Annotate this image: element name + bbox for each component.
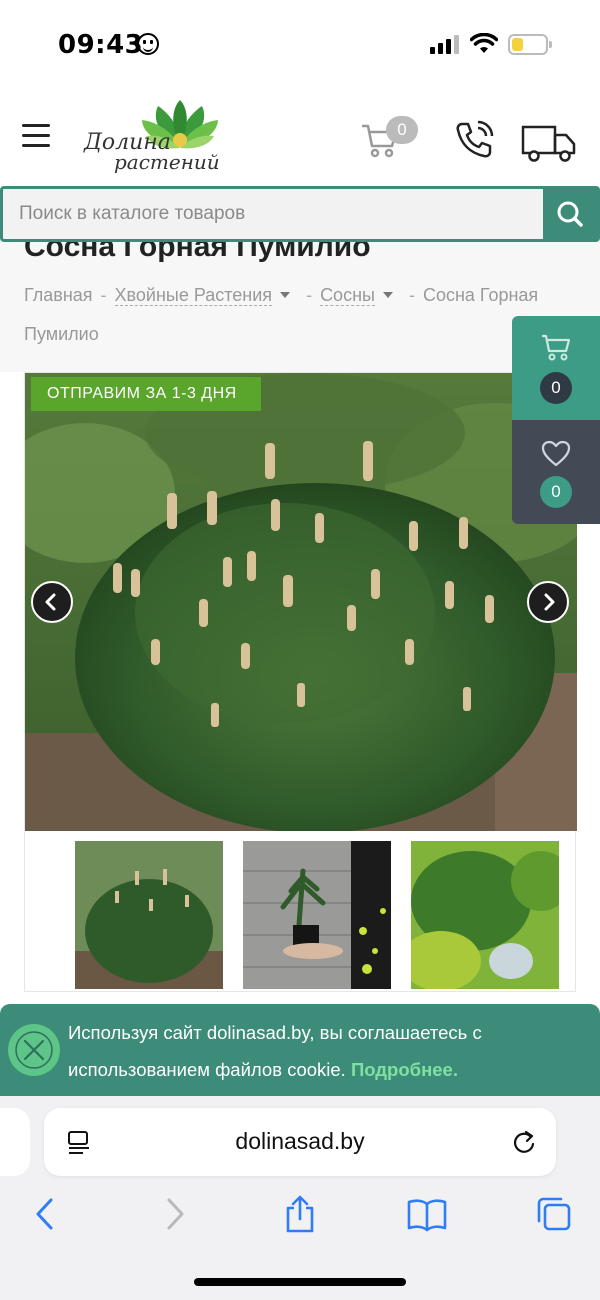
gallery-next-button[interactable] xyxy=(527,581,569,623)
phone-icon[interactable] xyxy=(452,118,496,162)
search-input[interactable] xyxy=(3,189,546,239)
shipping-badge: ОТПРАВИМ ЗА 1-3 ДНЯ xyxy=(31,377,253,411)
cookie-more-link[interactable]: Подробнее. xyxy=(351,1059,458,1080)
chevron-left-icon xyxy=(45,593,56,611)
status-time: 09:43 xyxy=(58,30,144,60)
logo-text-line2: растений xyxy=(114,150,220,174)
previous-tab-pill[interactable] xyxy=(0,1108,30,1176)
battery-icon xyxy=(508,34,548,55)
share-icon[interactable] xyxy=(282,1194,318,1234)
url-text: dolinasad.by xyxy=(235,1128,365,1154)
chevron-right-icon xyxy=(544,593,555,611)
address-bar[interactable]: dolinasad.by xyxy=(44,1108,556,1176)
side-favorites-button[interactable]: 0 xyxy=(512,420,600,524)
cellular-signal-icon xyxy=(430,34,460,54)
gallery-thumbnails xyxy=(25,841,577,989)
smiley-icon xyxy=(137,33,159,55)
menu-icon[interactable] xyxy=(22,122,52,148)
status-bar: 09:43 xyxy=(0,0,600,90)
side-cart-count: 0 xyxy=(540,372,572,404)
search-button[interactable] xyxy=(543,189,597,239)
product-main-image[interactable]: ОТПРАВИМ ЗА 1-3 ДНЯ xyxy=(25,373,577,831)
side-favorites-count: 0 xyxy=(540,476,572,508)
search-bar xyxy=(0,186,600,242)
delivery-truck-icon[interactable] xyxy=(520,124,578,164)
logo[interactable]: Долина растений xyxy=(80,100,240,178)
cookie-close-button[interactable] xyxy=(8,1024,60,1076)
thumbnail-2[interactable] xyxy=(243,841,391,989)
back-icon[interactable] xyxy=(30,1194,60,1234)
breadcrumb-conifers[interactable]: Хвойные Растения xyxy=(114,285,273,306)
header-cart-count: 0 xyxy=(386,116,418,144)
side-cart-button[interactable]: 0 xyxy=(512,316,600,420)
breadcrumb: Главная - Хвойные Растения - Сосны - Сосна Гор… xyxy=(24,285,539,344)
gallery-prev-button[interactable] xyxy=(31,581,73,623)
reload-icon[interactable] xyxy=(510,1128,538,1156)
cookie-message: Используя сайт dolinasad.by, вы соглашае… xyxy=(68,1014,588,1088)
tabs-icon[interactable] xyxy=(534,1194,574,1234)
breadcrumb-home[interactable]: Главная xyxy=(24,285,93,305)
search-icon xyxy=(557,201,583,227)
heart-icon xyxy=(541,440,571,467)
chevron-down-icon[interactable] xyxy=(280,292,291,298)
close-icon xyxy=(15,1031,53,1069)
product-gallery: ОТПРАВИМ ЗА 1-3 ДНЯ xyxy=(24,372,577,992)
site-header: Долина растений xyxy=(0,90,600,186)
home-indicator[interactable] xyxy=(194,1278,406,1286)
chevron-down-icon[interactable] xyxy=(382,292,393,298)
breadcrumb-pines[interactable]: Сосны xyxy=(320,285,375,306)
pine-photo xyxy=(25,373,577,831)
forward-icon[interactable] xyxy=(160,1194,190,1234)
thumbnail-3[interactable] xyxy=(411,841,559,989)
wifi-icon xyxy=(470,33,498,53)
cookie-banner: Используя сайт dolinasad.by, вы соглашае… xyxy=(0,1004,600,1096)
cart-icon xyxy=(542,334,571,361)
bookmarks-icon[interactable] xyxy=(406,1194,448,1234)
thumbnail-1[interactable] xyxy=(75,841,223,989)
